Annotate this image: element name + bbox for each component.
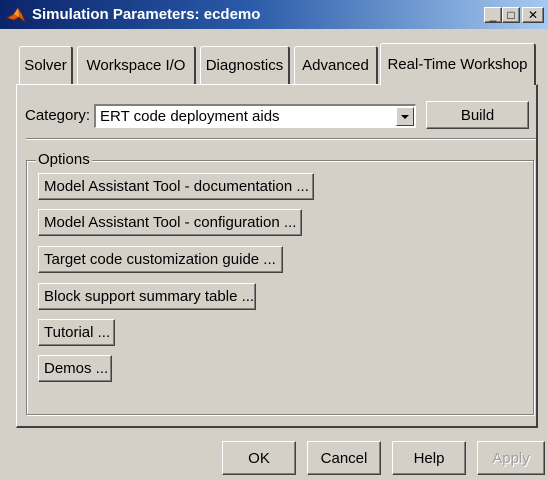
option-button-label: Model Assistant Tool - configuration ... — [44, 214, 297, 231]
window-title: Simulation Parameters: ecdemo — [32, 6, 261, 23]
apply-button-label: Apply — [492, 449, 530, 467]
matlab-logo-icon — [6, 7, 26, 24]
ok-button[interactable]: OK — [222, 441, 296, 475]
category-selected-value: ERT code deployment aids — [100, 108, 280, 125]
help-button[interactable]: Help — [392, 441, 466, 475]
tab-workspace-io[interactable]: Workspace I/O — [77, 46, 196, 84]
tab-label: Advanced — [302, 57, 369, 74]
ok-button-label: OK — [248, 449, 270, 467]
build-button-label: Build — [460, 106, 495, 124]
demos-button[interactable]: Demos ... — [38, 355, 112, 382]
build-button[interactable]: Build — [426, 101, 529, 129]
help-button-label: Help — [413, 449, 445, 467]
tutorial-button[interactable]: Tutorial ... — [38, 319, 115, 346]
block-support-summary-table-button[interactable]: Block support summary table ... — [38, 283, 256, 310]
tab-solver[interactable]: Solver — [19, 46, 73, 84]
apply-button[interactable]: Apply — [477, 441, 545, 475]
tab-diagnostics[interactable]: Diagnostics — [200, 46, 290, 84]
maximize-button[interactable]: □ — [502, 7, 520, 23]
category-label: Category: — [25, 107, 91, 124]
close-button[interactable]: ✕ — [522, 7, 544, 23]
tab-label: Solver — [24, 57, 67, 74]
title-bar[interactable]: Simulation Parameters: ecdemo _ □ ✕ — [0, 0, 548, 30]
cancel-button-label: Cancel — [320, 449, 368, 467]
option-button-label: Model Assistant Tool - documentation ... — [44, 178, 309, 195]
category-select[interactable]: ERT code deployment aids — [94, 104, 416, 128]
option-button-label: Tutorial ... — [44, 324, 111, 341]
tab-real-time-workshop[interactable]: Real-Time Workshop — [380, 43, 536, 85]
option-button-label: Block support summary table ... — [44, 288, 255, 305]
option-button-label: Demos ... — [44, 360, 109, 377]
cancel-button[interactable]: Cancel — [307, 441, 381, 475]
target-code-customization-guide-button[interactable]: Target code customization guide ... — [38, 246, 283, 273]
chevron-down-icon[interactable] — [396, 107, 414, 126]
options-group-title: Options — [36, 151, 92, 168]
model-assistant-configuration-button[interactable]: Model Assistant Tool - configuration ... — [38, 209, 302, 236]
option-button-label: Target code customization guide ... — [44, 251, 276, 268]
minimize-button[interactable]: _ — [484, 7, 502, 23]
tab-label: Workspace I/O — [86, 57, 186, 74]
tab-label: Diagnostics — [205, 57, 284, 74]
tab-advanced[interactable]: Advanced — [294, 46, 378, 84]
model-assistant-documentation-button[interactable]: Model Assistant Tool - documentation ... — [38, 173, 314, 200]
divider — [26, 138, 536, 140]
tab-label: Real-Time Workshop — [387, 56, 528, 73]
